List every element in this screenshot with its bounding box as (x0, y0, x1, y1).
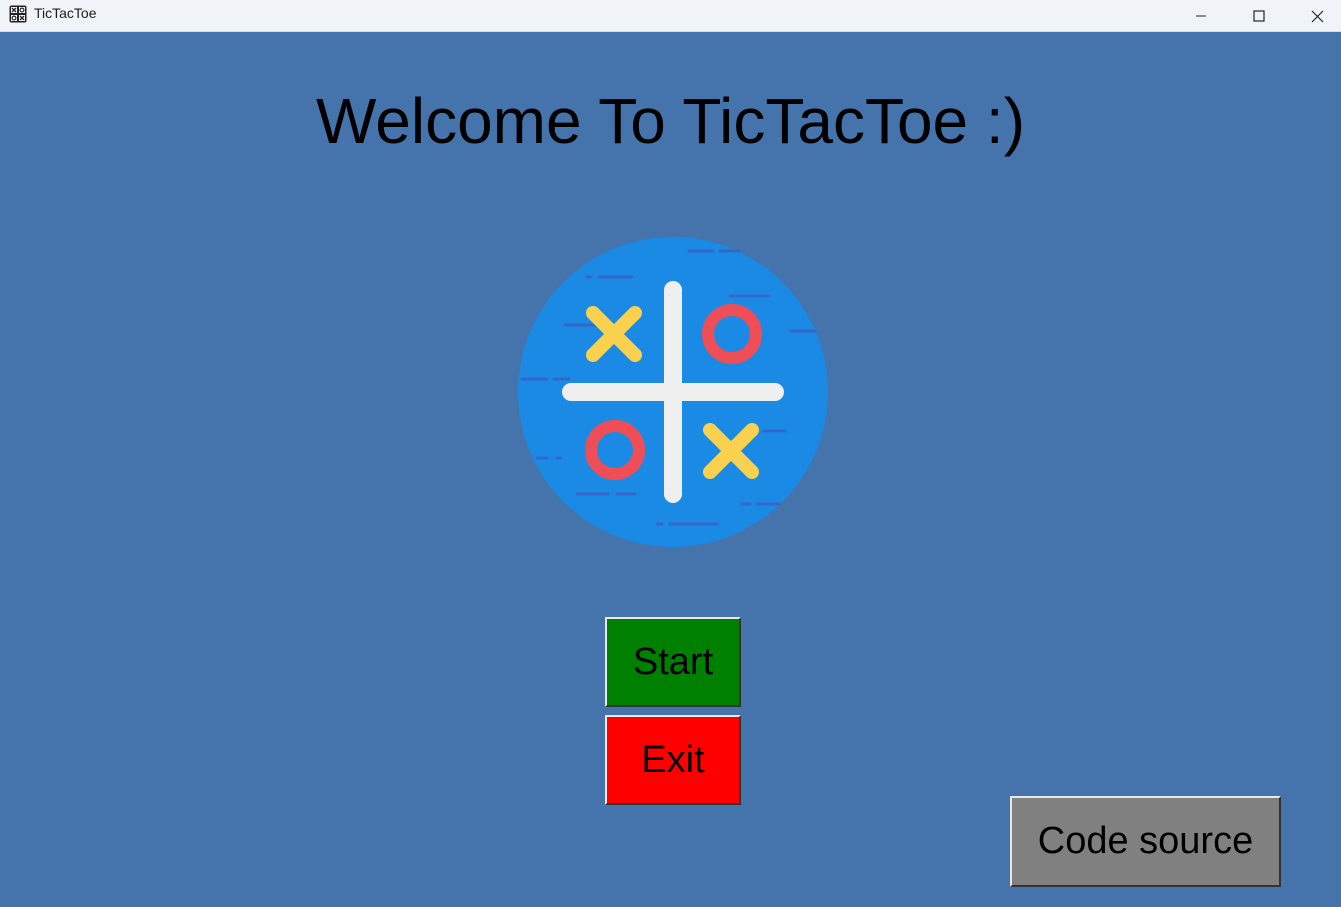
title-bar[interactable]: TicTacToe (0, 0, 1341, 32)
maximize-icon (1253, 10, 1265, 22)
tictactoe-grid-icon (9, 5, 27, 23)
window-title: TicTacToe (34, 5, 97, 21)
close-button[interactable] (1288, 0, 1341, 32)
exit-button[interactable]: Exit (605, 715, 741, 805)
maximize-button[interactable] (1230, 0, 1288, 32)
start-button[interactable]: Start (605, 617, 741, 707)
minimize-button[interactable] (1172, 0, 1230, 32)
welcome-heading: Welcome To TicTacToe :) (316, 85, 1025, 157)
tictactoe-logo-icon (518, 237, 828, 547)
minimize-icon (1196, 15, 1206, 17)
code-source-button[interactable]: Code source (1010, 796, 1281, 887)
close-icon (1311, 10, 1323, 22)
app-window: TicTacToe Welcome To TicTacToe :) Start … (0, 0, 1341, 907)
